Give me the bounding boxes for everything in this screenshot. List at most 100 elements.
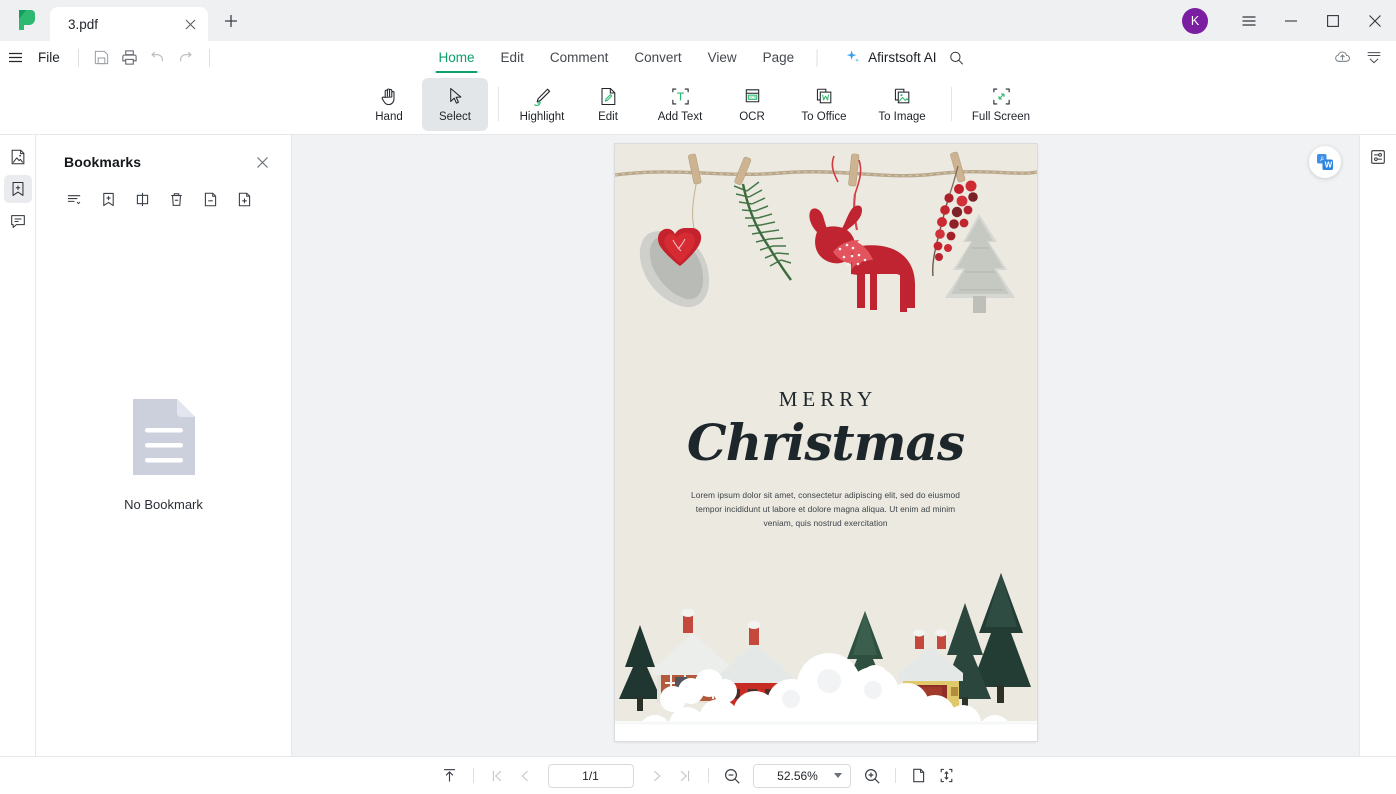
card-body-text: Lorem ipsum dolor sit amet, consectetur … [691,490,960,529]
tab-edit[interactable]: Edit [488,41,537,74]
tool-to-image[interactable]: To Image [863,78,941,131]
tool-edit[interactable]: Edit [575,78,641,131]
christmas-ornaments-image [614,144,1037,362]
ocr-icon: OCR [742,86,763,108]
tab-label: 3.pdf [68,16,99,32]
tool-full-screen[interactable]: Full Screen [962,78,1040,131]
expand-list-icon[interactable] [62,187,86,211]
card-heading-small: MERRY [778,387,878,411]
divider [77,48,79,67]
highlighter-icon [531,86,553,108]
divider [951,87,952,121]
status-bar: 1/1 52.56% [0,756,1396,794]
next-page-icon[interactable] [643,763,671,789]
application-window: 3.pdf K File Home Edit Comment Convert V… [0,0,1396,794]
document-viewer[interactable]: MERRY Christmas Lorem ipsum dolor sit am… [292,135,1360,756]
sidebar-item-bookmarks[interactable] [3,175,32,203]
page-title: Bookmarks [64,154,142,170]
delete-bookmark-icon[interactable] [164,187,188,211]
sidebar-item-comments[interactable] [4,207,32,235]
tool-add-text[interactable]: Add Text [641,78,719,131]
close-icon[interactable] [251,151,273,173]
avatar[interactable]: K [1182,7,1208,34]
close-icon[interactable] [1354,0,1396,41]
properties-panel-button[interactable] [1364,143,1392,171]
remove-page-icon[interactable] [198,187,222,211]
add-bookmark-icon[interactable] [96,187,120,211]
tool-label: OCR [739,110,765,123]
card-heading-script: Christmas [686,413,965,472]
cursor-arrow-icon [445,86,466,108]
pdf-to-word-button[interactable]: A W [1309,146,1341,178]
maximize-icon[interactable] [1312,0,1354,41]
tab-home[interactable]: Home [426,41,488,74]
zoom-in-icon[interactable] [858,763,886,789]
previous-page-icon[interactable] [511,763,539,789]
minimize-icon[interactable] [1270,0,1312,41]
save-icon[interactable] [88,45,116,71]
divider [208,48,210,67]
card-text-block: MERRY Christmas Lorem ipsum dolor sit am… [615,387,1037,530]
tab-convert[interactable]: Convert [621,41,694,74]
divider [894,768,896,783]
bookmarks-panel: Bookmarks No Bookmark [36,135,292,756]
hamburger-icon[interactable] [1228,0,1270,41]
thumbnails-icon [9,148,27,166]
divider [816,48,818,67]
zoom-out-icon[interactable] [718,763,746,789]
tool-label: Select [439,110,471,123]
search-icon[interactable] [942,45,970,71]
document-tab[interactable]: 3.pdf [50,7,208,41]
tool-hand[interactable]: Hand [356,78,422,131]
fit-height-icon[interactable] [933,763,961,789]
ribbon-tabs: Home Edit Comment Convert View Page Afir… [426,41,971,74]
tab-comment[interactable]: Comment [537,41,622,74]
add-page-icon[interactable] [232,187,256,211]
rename-bookmark-icon[interactable] [130,187,154,211]
tool-label: Full Screen [971,110,1031,123]
zoom-value: 52.56% [777,768,818,783]
properties-panel-icon [1369,148,1387,166]
hand-icon [379,86,400,108]
hamburger-icon[interactable] [4,50,26,65]
tab-page[interactable]: Page [750,41,808,74]
tool-label: To Office [801,110,847,123]
new-tab-button[interactable] [216,6,246,36]
zoom-select[interactable]: 52.56% [752,763,851,788]
menu-bar-right [1328,45,1388,71]
last-page-icon[interactable] [671,763,699,789]
add-text-icon [670,86,691,108]
snow-village-image [614,563,1037,741]
cloud-upload-icon[interactable] [1328,45,1356,71]
tool-label: Add Text [657,110,703,123]
redo-icon[interactable] [172,45,200,71]
afirstsoft-ai-button[interactable]: Afirstsoft AI [844,49,936,66]
first-page-icon[interactable] [483,763,511,789]
file-menu-button[interactable]: File [29,47,69,68]
fit-page-icon[interactable] [905,763,933,789]
full-screen-icon [991,86,1012,108]
to-image-icon [892,86,913,108]
tool-select[interactable]: Select [422,77,488,131]
tool-highlight[interactable]: Highlight [509,78,575,131]
print-icon[interactable] [116,45,144,71]
scroll-to-top-icon[interactable] [436,763,464,789]
pdf-page[interactable]: MERRY Christmas Lorem ipsum dolor sit am… [614,144,1037,741]
tab-view[interactable]: View [695,41,750,74]
collapse-ribbon-icon[interactable] [1360,45,1388,71]
page-number-input[interactable]: 1/1 [547,763,634,788]
edit-document-icon [598,86,619,108]
tool-label: Hand [375,110,403,123]
undo-icon[interactable] [144,45,172,71]
close-icon[interactable] [180,14,200,34]
tool-to-office[interactable]: To Office [785,78,863,131]
svg-text:OCR: OCR [748,96,756,100]
sidebar-item-thumbnails[interactable] [4,143,32,171]
divider [472,768,474,783]
chevron-down-icon [833,773,842,778]
to-office-icon [814,86,835,108]
window-controls: K [1182,0,1396,41]
afirstsoft-ai-label: Afirstsoft AI [868,50,937,65]
sparkle-icon [844,49,861,66]
tool-ocr[interactable]: OCR OCR [719,78,785,131]
